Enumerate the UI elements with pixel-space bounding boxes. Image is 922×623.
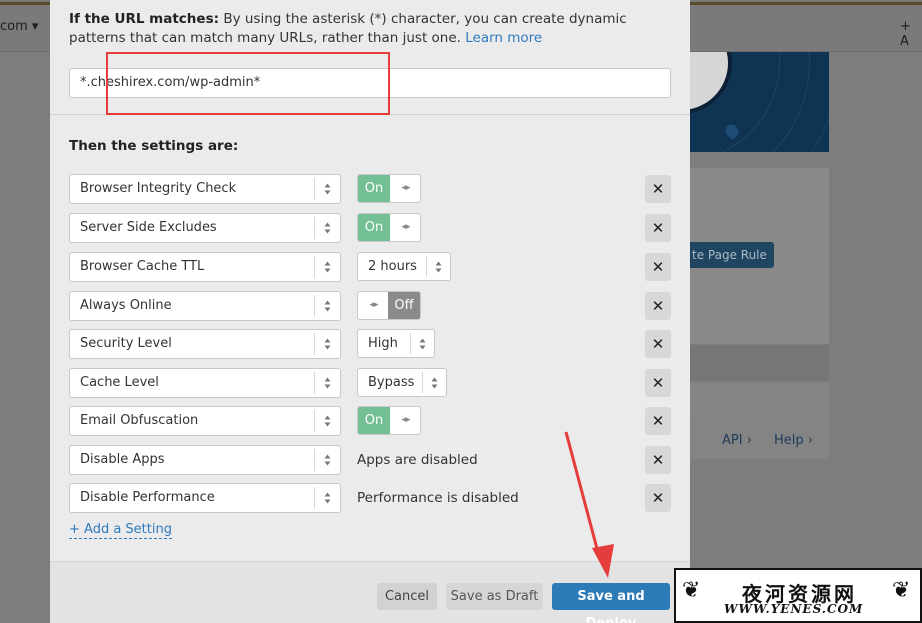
setting-name: Browser Integrity Check — [80, 181, 237, 196]
updown-chevron-icon — [426, 256, 450, 277]
setting-select[interactable]: Always Online — [69, 291, 341, 321]
toggle-grip-icon: ◂▸ — [401, 183, 411, 193]
setting-select[interactable]: Cache Level — [69, 368, 341, 398]
setting-status-text: Apps are disabled — [357, 452, 478, 468]
domain-dropdown[interactable]: com ▾ — [0, 19, 38, 34]
add-setting-link[interactable]: + Add a Setting — [69, 522, 172, 539]
url-match-heading: If the URL matches: — [69, 11, 220, 27]
cancel-button[interactable]: Cancel — [377, 583, 437, 610]
setting-name: Browser Cache TTL — [80, 259, 205, 274]
add-site-button[interactable]: + A — [900, 19, 922, 49]
setting-name: Cache Level — [80, 375, 159, 390]
setting-row: Server Side Excludes On ◂▸ ✕ — [69, 213, 671, 243]
setting-toggle[interactable]: On ◂▸ — [357, 213, 421, 242]
setting-value: Bypass — [368, 375, 415, 390]
updown-chevron-icon — [314, 295, 340, 317]
updown-chevron-icon — [422, 372, 446, 393]
updown-chevron-icon — [314, 410, 340, 432]
toggle-on-label: On — [358, 407, 390, 434]
settings-title: Then the settings are: — [69, 138, 239, 154]
setting-toggle[interactable]: On ◂▸ — [357, 174, 421, 203]
url-match-description: If the URL matches: By using the asteris… — [69, 10, 679, 48]
setting-select[interactable]: Browser Integrity Check — [69, 174, 341, 204]
updown-chevron-icon — [314, 487, 340, 509]
setting-name: Email Obfuscation — [80, 413, 199, 428]
watermark-url: WWW.YENES.COM — [724, 602, 864, 616]
remove-setting-button[interactable]: ✕ — [645, 330, 671, 358]
setting-value-select[interactable]: Bypass — [357, 368, 447, 397]
setting-value: 2 hours — [368, 259, 417, 274]
modal-footer: Cancel Save as Draft Save and Deploy — [50, 561, 690, 623]
setting-row: Browser Integrity Check On ◂▸ ✕ — [69, 174, 671, 204]
api-link-label: API — [722, 433, 743, 448]
setting-select[interactable]: Browser Cache TTL — [69, 252, 341, 282]
setting-row: Security Level High ✕ — [69, 329, 671, 359]
remove-setting-button[interactable]: ✕ — [645, 446, 671, 474]
page-rule-modal: If the URL matches: By using the asteris… — [50, 0, 690, 623]
updown-chevron-icon — [314, 256, 340, 278]
setting-select[interactable]: Server Side Excludes — [69, 213, 341, 243]
save-and-deploy-button[interactable]: Save and Deploy — [552, 583, 670, 623]
remove-setting-button[interactable]: ✕ — [645, 407, 671, 435]
setting-status-text: Performance is disabled — [357, 490, 519, 506]
updown-chevron-icon — [314, 449, 340, 471]
toggle-grip-icon: ◂▸ — [401, 222, 411, 232]
setting-name: Disable Performance — [80, 490, 215, 505]
updown-chevron-icon — [410, 333, 434, 354]
setting-toggle[interactable]: ◂▸ Off — [357, 291, 421, 320]
help-link[interactable]: Help › — [774, 433, 813, 448]
setting-name: Disable Apps — [80, 452, 165, 467]
toggle-grip-icon: ◂▸ — [369, 300, 379, 310]
remove-setting-button[interactable]: ✕ — [645, 175, 671, 203]
updown-chevron-icon — [314, 217, 340, 239]
setting-row: Browser Cache TTL 2 hours ✕ — [69, 252, 671, 282]
watermark-logo: ❦ 夜河资源网 WWW.YENES.COM ❦ — [674, 568, 922, 623]
remove-setting-button[interactable]: ✕ — [645, 214, 671, 242]
setting-toggle[interactable]: On ◂▸ — [357, 406, 421, 435]
learn-more-link[interactable]: Learn more — [465, 30, 542, 46]
updown-chevron-icon — [314, 178, 340, 200]
setting-select[interactable]: Security Level — [69, 329, 341, 359]
updown-chevron-icon — [314, 372, 340, 394]
setting-value-select[interactable]: High — [357, 329, 435, 358]
remove-setting-button[interactable]: ✕ — [645, 484, 671, 512]
remove-setting-button[interactable]: ✕ — [645, 292, 671, 320]
background-panel-header — [690, 345, 829, 381]
api-link[interactable]: API › — [722, 433, 752, 448]
setting-value-select[interactable]: 2 hours — [357, 252, 451, 281]
remove-setting-button[interactable]: ✕ — [645, 253, 671, 281]
help-link-label: Help — [774, 433, 804, 448]
ornament-icon: ❦ — [682, 578, 701, 603]
setting-row: Disable Performance Performance is disab… — [69, 483, 671, 513]
setting-row: Always Online ◂▸ Off ✕ — [69, 291, 671, 321]
setting-value: High — [368, 336, 398, 351]
domain-label: com — [0, 19, 28, 34]
setting-select[interactable]: Disable Apps — [69, 445, 341, 475]
create-page-rule-button[interactable]: te Page Rule — [690, 242, 774, 268]
toggle-on-label: On — [358, 175, 390, 202]
annotation-highlight-box — [106, 52, 390, 115]
setting-name: Server Side Excludes — [80, 220, 217, 235]
setting-name: Always Online — [80, 298, 172, 313]
remove-setting-button[interactable]: ✕ — [645, 369, 671, 397]
setting-select[interactable]: Email Obfuscation — [69, 406, 341, 436]
save-as-draft-button[interactable]: Save as Draft — [446, 583, 543, 610]
background-links: API › Help › — [690, 421, 829, 459]
setting-name: Security Level — [80, 336, 172, 351]
ornament-icon: ❦ — [892, 578, 911, 603]
setting-select[interactable]: Disable Performance — [69, 483, 341, 513]
setting-row: Cache Level Bypass ✕ — [69, 368, 671, 398]
toggle-on-label: On — [358, 214, 390, 241]
background-panel-row — [690, 383, 829, 421]
setting-row: Email Obfuscation On ◂▸ ✕ — [69, 406, 671, 436]
updown-chevron-icon — [314, 333, 340, 355]
toggle-off-label: Off — [388, 292, 420, 319]
hero-illustration — [690, 52, 829, 152]
setting-row: Disable Apps Apps are disabled ✕ — [69, 445, 671, 475]
toggle-grip-icon: ◂▸ — [401, 415, 411, 425]
